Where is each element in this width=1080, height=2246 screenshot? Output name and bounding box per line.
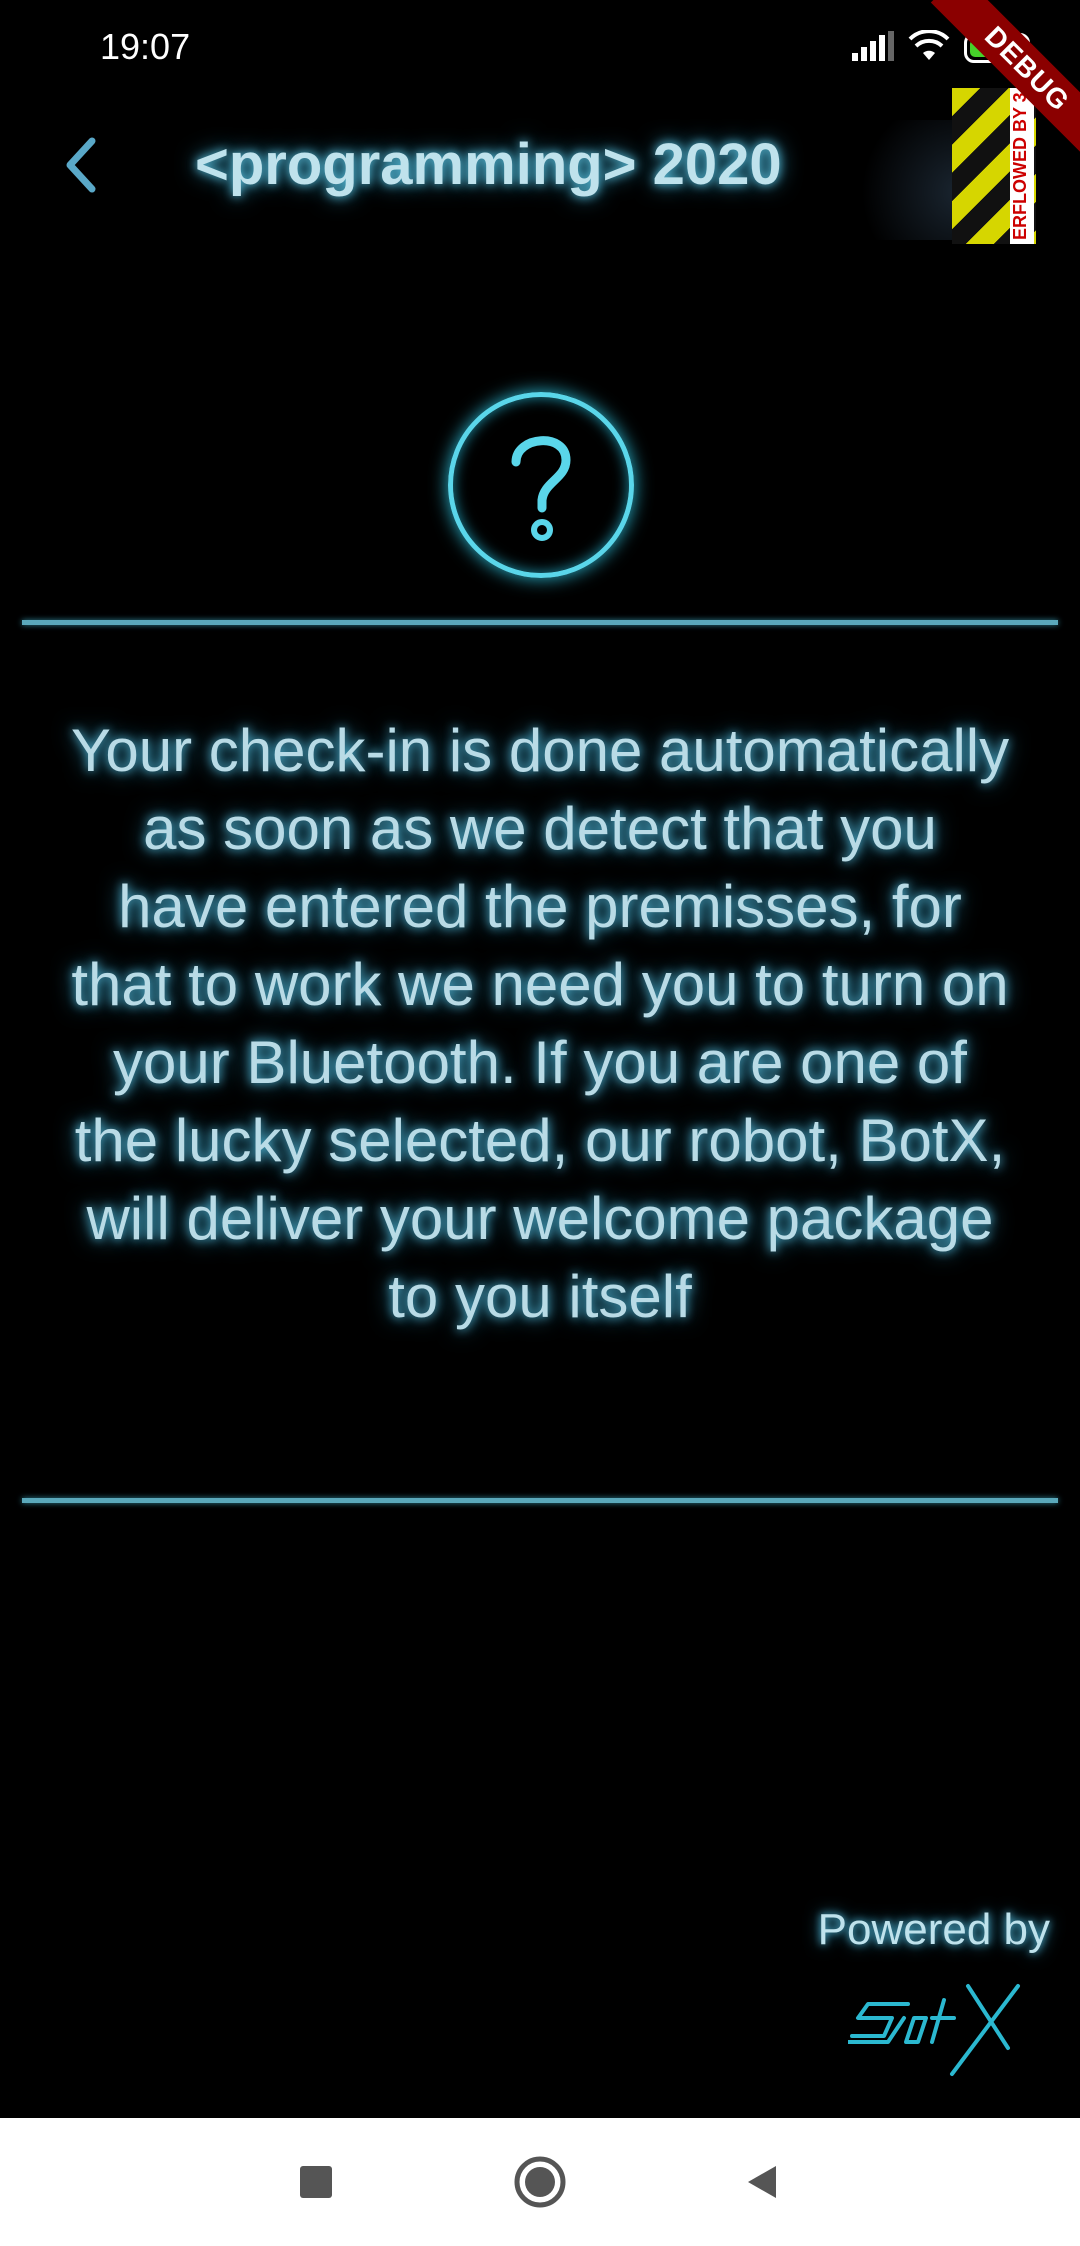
- signal-icon: [852, 30, 894, 66]
- status-time: 19:07: [100, 26, 191, 67]
- overflow-label: ERFLOWED BY 3: [1010, 88, 1034, 244]
- navigation-bar: [0, 2118, 1080, 2246]
- back-nav-button[interactable]: [728, 2148, 796, 2216]
- home-button[interactable]: [506, 2148, 574, 2216]
- chevron-left-icon: [66, 137, 96, 193]
- check-in-message: Your check-in is done automatically as s…: [70, 717, 1010, 1330]
- recents-icon: [300, 2166, 332, 2198]
- recents-button[interactable]: [282, 2148, 350, 2216]
- overflow-warning-stripe: ERFLOWED BY 3: [952, 88, 1036, 244]
- back-icon: [748, 2166, 776, 2198]
- status-bar: 19:07 77: [0, 0, 1080, 96]
- shadow-decoration: [840, 120, 960, 240]
- home-icon: [514, 2156, 566, 2208]
- divider-top: [22, 620, 1058, 625]
- wifi-icon: [908, 28, 950, 67]
- page-title: <programming> 2020: [195, 132, 782, 197]
- powered-by-label: Powered by: [817, 1905, 1050, 1954]
- divider-bottom: [22, 1498, 1058, 1503]
- check-in-screen: 19:07 77: [0, 0, 1080, 2246]
- question-circle-icon: [448, 392, 634, 578]
- back-button[interactable]: [50, 130, 110, 200]
- botx-logo: [846, 1978, 1028, 2078]
